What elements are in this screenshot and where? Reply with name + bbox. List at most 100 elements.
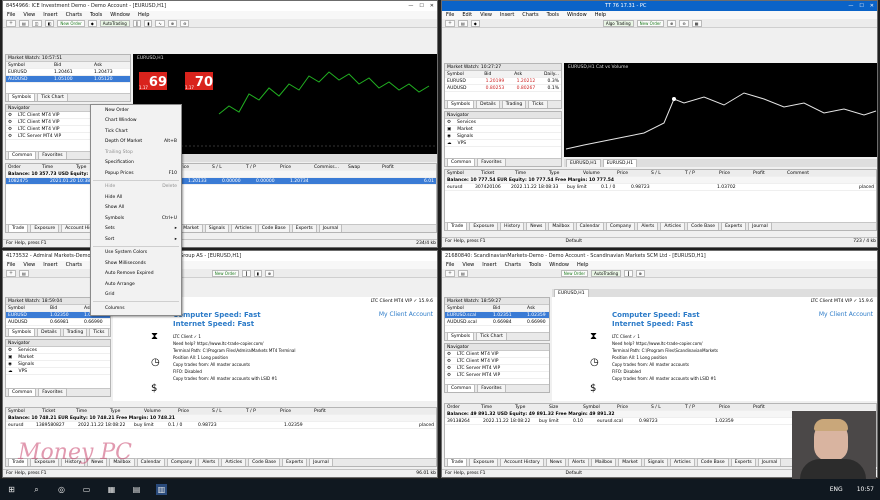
my-client-account-link[interactable]: My Client Account (819, 311, 873, 318)
profiles-icon[interactable]: ▤ (458, 269, 468, 277)
profiles-icon[interactable]: ▤ (19, 19, 29, 27)
navigator-icon[interactable]: ◧ (44, 19, 55, 27)
column-header[interactable]: Time (481, 405, 509, 410)
tab-signals[interactable]: Signals (643, 458, 668, 466)
tab-ticks[interactable]: Ticks (528, 100, 548, 108)
tab-code-base[interactable]: Code Base (687, 222, 720, 230)
tab-trading[interactable]: Trading (62, 328, 88, 336)
column-header[interactable]: Size (549, 405, 577, 410)
navigator-item[interactable]: ⚙ LTC Client MT4 VIP (445, 358, 549, 365)
algo-trading-button[interactable]: Algo Trading (602, 19, 634, 27)
context-menu-item[interactable]: Specification (91, 158, 181, 169)
column-header[interactable]: S / L (212, 409, 240, 414)
context-menu-item[interactable]: Hide All (91, 192, 181, 203)
menu-item-help[interactable]: Help (577, 262, 588, 268)
windows-start-icon[interactable]: ⊞ (6, 484, 17, 495)
tab-alerts[interactable]: Alerts (567, 458, 590, 466)
tab-symbols[interactable]: Symbols (8, 328, 36, 336)
tab-favorites[interactable]: Favorites (477, 158, 506, 166)
navigator-item[interactable]: ▣ Market (6, 354, 110, 361)
menu-item-window[interactable]: Window (567, 12, 587, 18)
menu-item-file[interactable]: File (446, 262, 454, 268)
menu-item-help[interactable]: Help (595, 12, 606, 18)
market-watch-row[interactable]: EURUSD.scal 1.02351 1.02359 (445, 312, 549, 319)
maximize-icon[interactable]: ☐ (859, 3, 863, 9)
navigator-item[interactable]: ⚙ LTC Server MT4 VIP (6, 133, 92, 140)
terminal-order-row[interactable]: eurusd 1389580827 2022.11.22 18:08:22 bu… (6, 422, 436, 429)
menu-item-file[interactable]: File (7, 262, 15, 268)
tab-favorites[interactable]: Favorites (38, 151, 67, 159)
bar-chart-icon[interactable]: ┃ (242, 269, 251, 277)
column-header[interactable]: Price (617, 405, 645, 410)
market-watch-row[interactable]: AUDUSD 0.66981 0.66990 (6, 319, 110, 326)
tab-journal[interactable]: Journal (309, 458, 333, 466)
zoom-in-icon[interactable]: ⊕ (667, 19, 677, 27)
tab-trading[interactable]: Trading (501, 100, 527, 108)
col-bid[interactable]: Bid (484, 72, 508, 77)
col-bid[interactable]: Bid (493, 306, 521, 311)
column-header[interactable]: S / L (651, 171, 679, 176)
window-titlebar[interactable]: TT 76 17.31 - PC — ☐ ✕ (442, 1, 877, 11)
new-order-button[interactable]: New Order (636, 19, 665, 27)
column-header[interactable]: Profit (753, 171, 781, 176)
tab-articles[interactable]: Articles (221, 458, 247, 466)
new-order-button[interactable]: New Order (211, 269, 240, 277)
new-order-button[interactable]: New Order (57, 19, 85, 27)
new-chart-icon[interactable]: ＋ (6, 269, 16, 277)
new-chart-icon[interactable]: ＋ (445, 19, 455, 27)
navigator-item[interactable]: ◉ Signals (6, 361, 110, 368)
zoom-in-icon[interactable]: ⊕ (264, 269, 275, 277)
market-watch-row[interactable]: EURUSD 1.20199 1.20212 0.3% (445, 78, 561, 85)
column-header[interactable]: Time (76, 409, 104, 414)
tab-trade[interactable]: Trade (8, 224, 29, 232)
tab-alerts[interactable]: Alerts (198, 458, 220, 466)
tab-journal[interactable]: Journal (318, 224, 343, 232)
menu-item-file[interactable]: File (446, 12, 454, 18)
col-ask[interactable]: Ask (527, 306, 535, 311)
profiles-icon[interactable]: ▤ (458, 19, 468, 27)
tab-journal[interactable]: Journal (748, 222, 772, 230)
window-titlebar[interactable]: 4173532 - Admiral Markets-Demo - Demo Ac… (3, 251, 437, 261)
col-symbol[interactable]: Symbol (8, 306, 44, 311)
tab-symbols[interactable]: Symbols (8, 93, 36, 101)
zoom-out-icon[interactable]: ⊖ (679, 19, 689, 27)
menu-item-tools[interactable]: Tools (90, 12, 102, 18)
menu-item-view[interactable]: View (480, 12, 492, 18)
column-header[interactable]: Price (280, 165, 308, 170)
context-menu-item[interactable]: Sets ▸ (91, 224, 181, 235)
menu-item-insert[interactable]: Insert (482, 262, 496, 268)
column-header[interactable]: T / P (246, 165, 274, 170)
zoom-in-icon[interactable]: ⊕ (167, 19, 178, 27)
context-menu-item[interactable]: Auto Remove Expired (91, 269, 181, 280)
column-header[interactable]: Volume (144, 409, 172, 414)
column-header[interactable]: Profit (382, 165, 410, 170)
col-symbol[interactable]: Symbol (8, 63, 48, 68)
tab-code-base[interactable]: Code Base (248, 458, 281, 466)
tab-favorites[interactable]: Favorites (38, 388, 67, 396)
menu-item-edit[interactable]: Edit (462, 12, 472, 18)
column-header[interactable]: T / P (246, 409, 274, 414)
tab-symbols[interactable]: Symbols (447, 100, 475, 108)
column-header[interactable]: S / L (212, 165, 240, 170)
tab-market[interactable]: Market (618, 458, 642, 466)
context-menu-item[interactable]: Symbols Ctrl+U (91, 213, 181, 224)
grid-icon[interactable]: ▦ (691, 19, 702, 27)
tab-exposure[interactable]: Exposure (469, 458, 499, 466)
new-chart-icon[interactable]: ＋ (6, 19, 16, 27)
tab-experts[interactable]: Experts (730, 458, 756, 466)
column-header[interactable]: Symbol (447, 171, 475, 176)
tab-articles[interactable]: Articles (230, 224, 256, 232)
tab-company[interactable]: Company (166, 458, 197, 466)
market-watch-row[interactable]: AUDUSD 0.80253 0.80267 0.1% (445, 85, 561, 92)
menu-item-insert[interactable]: Insert (500, 12, 514, 18)
menu-item-tools[interactable]: Tools (547, 12, 559, 18)
context-menu-item[interactable]: Columns (91, 303, 181, 314)
clock[interactable]: 10:57 (857, 486, 874, 493)
column-header[interactable]: T / P (685, 171, 713, 176)
column-header[interactable]: Swap (348, 165, 376, 170)
close-icon[interactable]: ✕ (870, 3, 874, 9)
store-icon[interactable]: ▦ (106, 484, 117, 495)
menu-item-file[interactable]: File (7, 12, 15, 18)
tab-details[interactable]: Details (476, 100, 500, 108)
tab-mailbox[interactable]: Mailbox (548, 222, 574, 230)
